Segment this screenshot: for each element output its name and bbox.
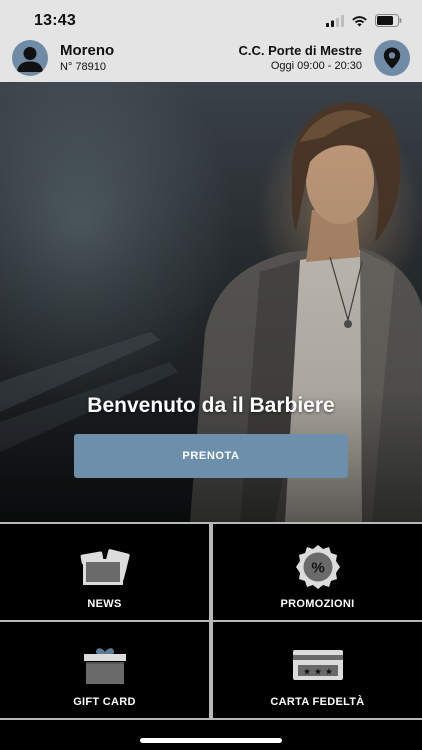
store-name[interactable]: C.C. Porte di Mestre (238, 43, 362, 58)
store-hours: Oggi 09:00 - 20:30 (270, 60, 362, 72)
tile-news-label: NEWS (87, 598, 122, 610)
status-time: 13:43 (34, 12, 76, 29)
status-icons (326, 14, 402, 27)
tile-loyalty-card[interactable]: ★ ★ ★ CARTA FEDELTÀ (213, 622, 422, 718)
user-name[interactable]: Moreno (60, 42, 114, 59)
battery-icon (375, 14, 402, 27)
tile-promotions[interactable]: % PROMOZIONI (213, 524, 422, 620)
app-header: 13:43 Moreno N° 78910 C.C. Porte di Mest… (0, 0, 422, 82)
store-location-button[interactable] (374, 40, 410, 76)
wifi-icon (352, 15, 367, 26)
avatar[interactable] (12, 40, 48, 76)
tile-gift-card-label: GIFT CARD (73, 696, 136, 708)
svg-text:%: % (311, 560, 324, 577)
tile-loyalty-card-label: CARTA FEDELTÀ (270, 696, 365, 708)
tile-gift-card[interactable]: GIFT CARD (0, 622, 209, 718)
welcome-title: Benvenuto da il Barbiere (87, 394, 335, 417)
tile-promotions-label: PROMOZIONI (280, 598, 355, 610)
cellular-signal-icon (326, 14, 344, 27)
promotion-badge-icon: % (295, 545, 340, 589)
map-pin-icon (383, 47, 401, 69)
user-number: N° 78910 (60, 61, 106, 73)
tile-news[interactable]: NEWS (0, 524, 209, 620)
news-icon (80, 549, 130, 585)
home-indicator-bar (0, 720, 422, 750)
book-appointment-button[interactable]: PRENOTA (74, 434, 348, 478)
user-icon (17, 47, 43, 72)
home-indicator[interactable] (140, 738, 282, 743)
loyalty-card-icon: ★ ★ ★ (292, 650, 343, 680)
hero-banner: Benvenuto da il Barbiere PRENOTA (0, 82, 422, 522)
menu-grid: NEWS % PROMOZIONI GIFT CARD ★ ★ ★ CARTA … (0, 522, 422, 750)
svg-text:★ ★ ★: ★ ★ ★ (303, 668, 333, 678)
gift-icon (83, 648, 126, 684)
